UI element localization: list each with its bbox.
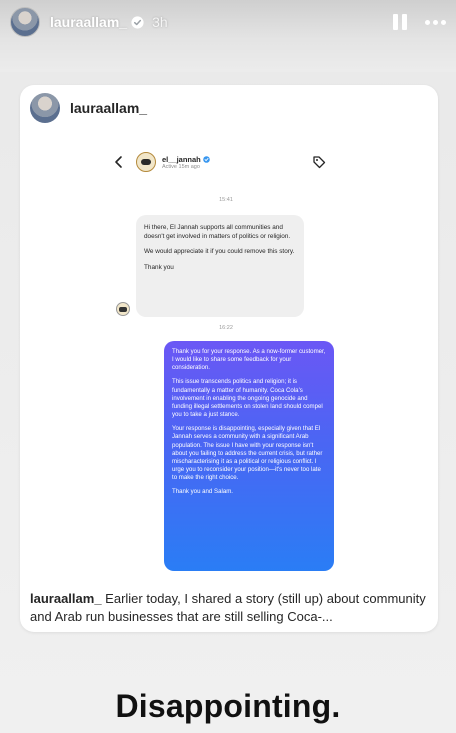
- outgoing-message-bubble: Thank you for your response. As a now-fo…: [164, 341, 334, 571]
- tag-icon: [313, 156, 326, 169]
- dm-timestamp-1: 15:41: [219, 197, 233, 203]
- dm-names: el__jannah Active 15m ago: [162, 155, 210, 170]
- outgoing-message-line: Thank you for your response. As a now-fo…: [172, 348, 326, 372]
- story-controls: [393, 14, 446, 30]
- back-chevron-icon: [115, 156, 122, 168]
- story-avatar[interactable]: [10, 7, 40, 37]
- post-caption[interactable]: lauraallam_ Earlier today, I shared a st…: [30, 590, 430, 625]
- incoming-message-line: We would appreciate it if you could remo…: [144, 248, 295, 256]
- incoming-message-line: Thank you: [144, 263, 174, 271]
- story-username[interactable]: lauraallam_: [50, 14, 127, 30]
- post-username[interactable]: lauraallam_: [70, 100, 147, 116]
- post-avatar[interactable]: [30, 93, 60, 123]
- outgoing-message-line: Your response is disappointing, especial…: [172, 425, 323, 482]
- incoming-message-bubble: Hi there, El Jannah supports all communi…: [136, 215, 304, 317]
- pause-icon[interactable]: [393, 14, 407, 30]
- story-header: lauraallam_ 3h: [10, 6, 446, 38]
- dm-header: el__jannah Active 15m ago: [112, 147, 340, 177]
- dm-handle-text: el__jannah: [162, 154, 201, 164]
- dm-verified-icon: [203, 155, 210, 163]
- incoming-message-line: Hi there, El Jannah supports all communi…: [144, 224, 291, 240]
- sender-avatar: [116, 302, 130, 316]
- post-header: lauraallam_: [30, 93, 147, 123]
- outgoing-message-line: Thank you and Salam.: [172, 488, 233, 496]
- caption-username: lauraallam_: [30, 591, 102, 606]
- shared-post-card[interactable]: lauraallam_ el__jannah Active 15m ago 15…: [20, 85, 438, 632]
- dm-timestamp-2: 16:22: [219, 325, 233, 331]
- verified-badge-icon: [131, 15, 144, 29]
- dm-handle: el__jannah: [162, 155, 210, 164]
- dm-status: Active 15m ago: [162, 163, 200, 170]
- dm-screenshot: el__jannah Active 15m ago 15:41 Hi there…: [112, 147, 340, 632]
- dm-avatar: [136, 152, 156, 172]
- more-options-icon[interactable]: [425, 19, 446, 25]
- outgoing-message-line: This issue transcends politics and relig…: [172, 378, 323, 419]
- story-time: 3h: [152, 14, 168, 30]
- story-overlay-text: Disappointing.: [115, 688, 341, 724]
